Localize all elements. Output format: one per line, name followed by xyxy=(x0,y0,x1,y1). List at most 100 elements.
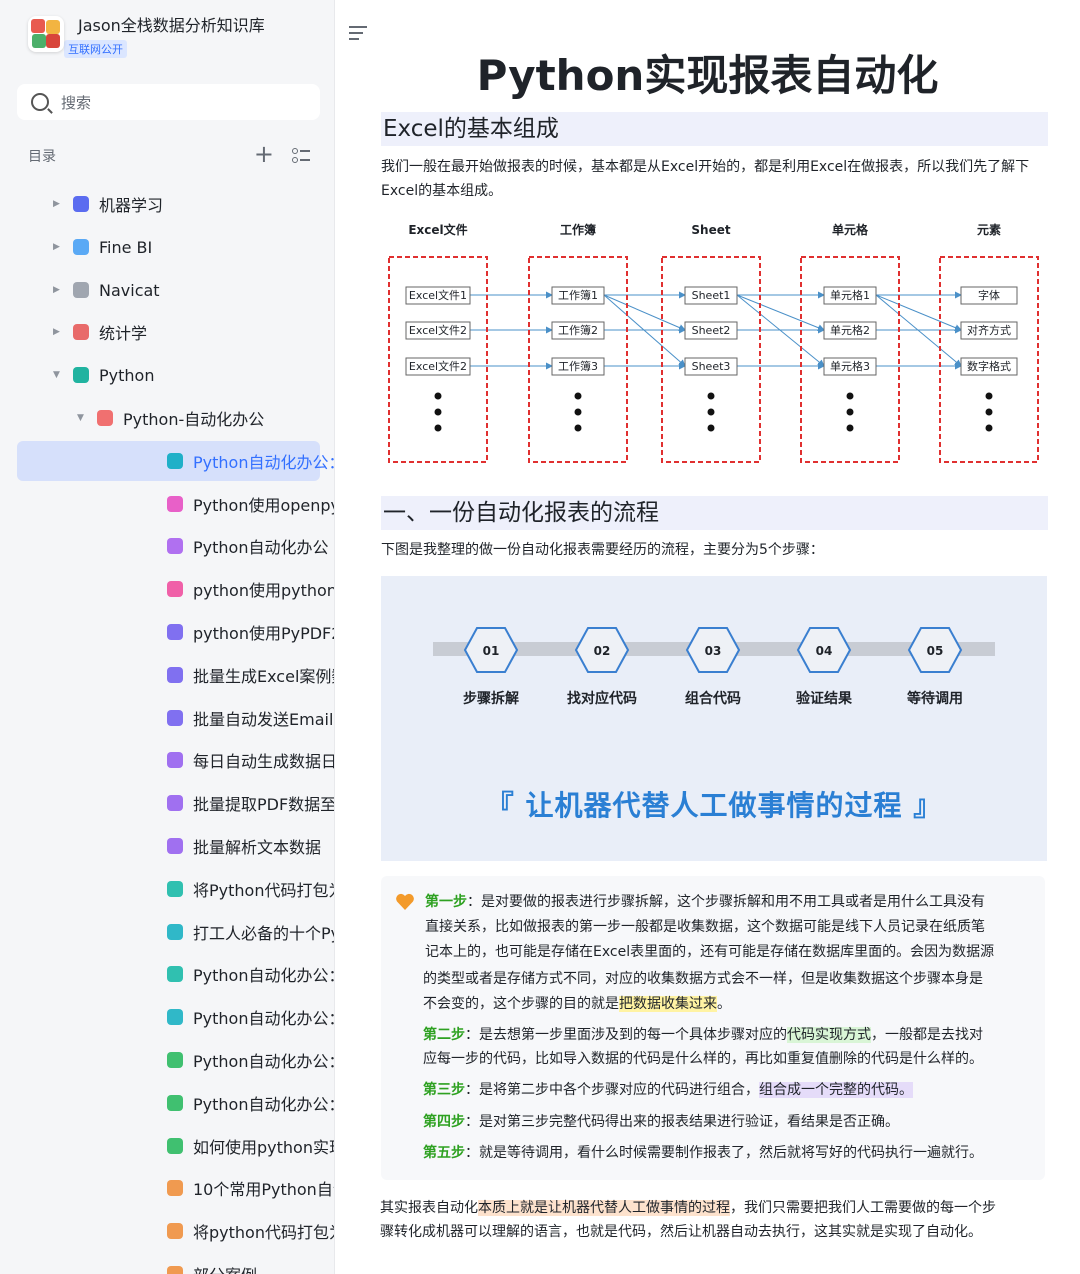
python-icon xyxy=(73,367,89,383)
doc-icon xyxy=(167,1138,183,1154)
step1-line1: 第一步：是对要做的报表进行步骤拆解，这个步骤拆解和用不用工具或者是用什么工具没有 xyxy=(425,894,985,910)
diagram-column: Sheet Sheet1 Sheet2 Sheet3 xyxy=(661,223,761,463)
tree-item[interactable]: ▶ Navicat xyxy=(17,270,320,310)
tree-item-label: 将Python代码打包为.... xyxy=(193,881,334,900)
tree-item[interactable]: 10个常用Python自动... xyxy=(17,1168,334,1208)
tree-item[interactable]: 批量提取PDF数据至E... xyxy=(17,783,334,823)
tree-item[interactable]: 每日自动生成数据日报 xyxy=(17,740,334,780)
tree-item-label: Python自动化办公：... xyxy=(193,1095,334,1114)
steps-callout: 第一步：是对要做的报表进行步骤拆解，这个步骤拆解和用不用工具或者是用什么工具没有… xyxy=(381,876,1045,1180)
search-input[interactable]: 搜索 xyxy=(17,84,320,120)
expand-right-icon[interactable]: ▶ xyxy=(53,327,60,337)
tree-item-label: Python-自动化办公 xyxy=(123,410,265,429)
tree-item-label: 批量生成Excel案例数... xyxy=(193,667,334,686)
doc-icon xyxy=(167,453,183,469)
tree-item[interactable]: ▶ 统计学 xyxy=(17,312,320,352)
doc-icon xyxy=(167,1052,183,1068)
outline-toggle-icon[interactable] xyxy=(349,26,367,40)
diagram-column: 工作簿工作簿1 工作簿2 工作簿3 xyxy=(528,222,628,463)
note-icon xyxy=(73,324,89,340)
doc-icon xyxy=(167,1223,183,1239)
chart-doc-icon xyxy=(73,196,89,212)
tree-item[interactable]: ▼ Python xyxy=(17,355,320,395)
tree-item-label: Python自动化办公 xyxy=(193,538,329,557)
expand-down-icon[interactable]: ▼ xyxy=(53,370,60,380)
tree-item[interactable]: Python自动化办公：... xyxy=(17,997,334,1037)
tree-item[interactable]: 将python代码打包为.... xyxy=(17,1211,334,1251)
step1-line2: 直接关系，比如做报表的第一步一般都是收集数据，这个数据可能是线下人员记录在纸质笔 xyxy=(425,919,985,935)
tree-item-label: Python xyxy=(99,365,155,385)
diagram-item-label: 数字格式 xyxy=(967,359,1011,373)
diagram-column: 元素字体对齐方式数字格式 xyxy=(939,222,1039,463)
expand-down-icon[interactable]: ▼ xyxy=(77,413,84,423)
tree-item-label: 批量自动发送Email邮件 xyxy=(193,710,334,729)
tree-item[interactable]: python使用python-do... xyxy=(17,569,334,609)
page-title: Python实现报表自动化 xyxy=(476,51,939,100)
diagram-ellipsis-dot xyxy=(707,424,715,432)
step1-line3: 记本上的，也可能是存储在Excel表里面的，还有可能是存储在数据库里面的。会因为… xyxy=(425,944,995,960)
tree-item[interactable]: Python自动化办公：... xyxy=(17,1083,334,1123)
doc-icon xyxy=(167,1180,183,1196)
tree-item-label: 如何使用python实现... xyxy=(193,1138,334,1157)
flow-slogan: 『 让机器代替人工做事情的过程 』 xyxy=(485,789,943,822)
hexagon-icon: 01 xyxy=(463,627,519,673)
tree-item[interactable]: 打工人必备的十个Pyt... xyxy=(17,912,334,952)
tree-item[interactable]: 批量生成Excel案例数... xyxy=(17,655,334,695)
tree-item[interactable]: ▶ 机器学习 xyxy=(17,184,320,224)
flow-step-number: 01 xyxy=(483,644,500,658)
toc-header: 目录 + xyxy=(28,140,310,168)
tree-item-label: 批量提取PDF数据至E... xyxy=(193,795,335,814)
diagram-item-label: Excel文件1 xyxy=(409,288,467,302)
document-area: Python实现报表自动化 Excel的基本组成 我们一般在最开始做报表的时候，… xyxy=(335,0,1080,1274)
diagram-ellipsis-dot xyxy=(574,392,582,400)
step2-line1: 第二步：是去想第一步里面涉及到的每一个具体步骤对应的代码实现方式，一般都是去找对 xyxy=(423,1027,983,1043)
add-icon[interactable]: + xyxy=(254,140,274,168)
diagram-item-label: 工作簿3 xyxy=(558,359,598,373)
flow-step-number: 04 xyxy=(816,644,833,658)
step2-line2: 应每一步的代码，比如导入数据的代码是什么样的，再比如重复值删除的代码是什么样的。 xyxy=(423,1051,983,1067)
flow-step: 01 步骤拆解 xyxy=(436,626,546,708)
diagram-column-title: 单元格 xyxy=(832,222,869,237)
expand-right-icon[interactable]: ▶ xyxy=(53,199,60,209)
diagram-item-label: 单元格2 xyxy=(830,323,870,337)
tree-item[interactable]: 如何使用python实现... xyxy=(17,1126,334,1166)
expand-right-icon[interactable]: ▶ xyxy=(53,242,60,252)
tree-item[interactable]: 批量自动发送Email邮件 xyxy=(17,698,334,738)
tree-item-label: 机器学习 xyxy=(99,196,164,215)
flow-step-label: 步骤拆解 xyxy=(463,691,519,707)
expand-right-icon[interactable]: ▶ xyxy=(53,285,60,295)
flow-step: 04 验证结果 xyxy=(769,626,879,708)
heart-icon xyxy=(395,892,415,912)
tree-item[interactable]: Python自动化办公：... xyxy=(17,441,334,481)
doc-icon xyxy=(167,881,183,897)
step1-line5: 不会变的，这个步骤的目的就是把数据收集过来。 xyxy=(423,996,731,1012)
tree-item[interactable]: python使用PyPDF2和... xyxy=(17,612,334,652)
diagram-item-label: 对齐方式 xyxy=(967,323,1011,337)
diagram-ellipsis-dot xyxy=(707,392,715,400)
doc-icon xyxy=(167,966,183,982)
search-icon xyxy=(31,93,49,111)
tree-item[interactable]: Python自动化办公：P... xyxy=(17,1040,334,1080)
tree-item[interactable]: ▼ Python-自动化办公 xyxy=(17,398,320,438)
flow-steps-banner: 01 步骤拆解 02 找对应代码 03 组合代码 04 验证结果 05 等待调用 『 让机器代替人… xyxy=(381,576,1047,861)
list-view-icon[interactable] xyxy=(292,148,310,164)
step5-line: 第五步：就是等待调用，看什么时候需要制作报表了，然后就将写好的代码执行一遍就行。 xyxy=(423,1145,983,1161)
flow-step-label: 找对应代码 xyxy=(567,691,637,707)
sidebar: Jason全栈数据分析知识库 互联网公开 搜索 目录 + ▶ 机器学习 ▶ Fine … xyxy=(0,0,335,1274)
hexagon-icon: 05 xyxy=(907,627,963,673)
diagram-column: 单元格单元格1 单元格2 单元格3 xyxy=(800,222,900,463)
tree-item[interactable]: Python自动化办公：E... xyxy=(17,954,334,994)
closing-line2: 骤转化成机器可以理解的语言，也就是代码，然后让机器自动去执行，这其实就是实现了自… xyxy=(380,1224,982,1240)
tree-item[interactable]: 将Python代码打包为.... xyxy=(17,869,334,909)
tree-item[interactable]: 批量解析文本数据 xyxy=(17,826,321,866)
tree-item[interactable]: Python自动化办公 xyxy=(17,526,328,566)
diagram-item-label: 字体 xyxy=(978,288,1000,302)
tree-item-label: 10个常用Python自动... xyxy=(193,1180,334,1199)
clock-icon xyxy=(97,410,113,426)
tree-item-label: 将python代码打包为.... xyxy=(193,1223,334,1242)
doc-icon xyxy=(167,667,183,683)
tree-item[interactable]: Python使用openpyxl... xyxy=(17,484,334,524)
tree-item[interactable]: ▶ Fine BI xyxy=(17,227,320,267)
tree-item[interactable]: 部分案例 xyxy=(17,1254,320,1274)
knowledge-base-header[interactable]: Jason全栈数据分析知识库 互联网公开 xyxy=(28,16,265,58)
